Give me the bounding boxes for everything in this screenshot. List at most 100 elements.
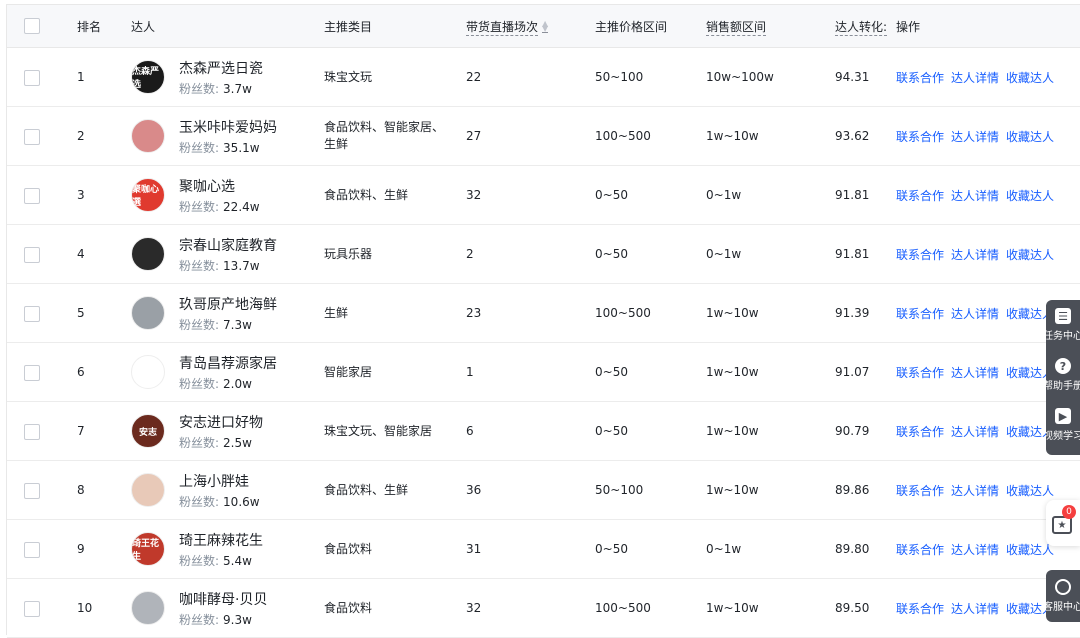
avatar-text: 安志	[138, 427, 157, 438]
detail-link[interactable]: 达人详情	[951, 248, 999, 262]
contact-link[interactable]: 联系合作	[896, 248, 944, 262]
influencer-name[interactable]: 咖啡酵母·贝贝	[179, 589, 267, 609]
customer-service-button[interactable]: 客服中心	[1046, 570, 1080, 622]
detail-link[interactable]: 达人详情	[951, 71, 999, 85]
influencer-name[interactable]: 聚咖心选	[179, 176, 235, 196]
table-row: 5 玖哥原产地海鲜 粉丝数: 7.3w 生鲜 23 100~500 1w~10w …	[7, 284, 1080, 343]
detail-link[interactable]: 达人详情	[951, 543, 999, 557]
avatar[interactable]	[131, 237, 165, 271]
fans-label: 粉丝数:	[179, 613, 220, 627]
video-learning-button[interactable]: ▶ 视频学习	[1046, 400, 1080, 450]
collect-link[interactable]: 收藏达人	[1006, 543, 1054, 557]
fans-count: 粉丝数: 3.7w	[179, 80, 252, 97]
contact-link[interactable]: 联系合作	[896, 189, 944, 203]
rank-cell: 9	[77, 542, 85, 556]
category-cell: 玩具乐器	[324, 246, 373, 261]
detail-link[interactable]: 达人详情	[951, 189, 999, 203]
fans-label: 粉丝数:	[179, 377, 220, 391]
table-body: 1 杰森严选 杰森严选日瓷 粉丝数: 3.7w 珠宝文玩 22 50~100 10…	[7, 48, 1080, 638]
fans-label: 粉丝数:	[179, 82, 220, 96]
task-center-button[interactable]: ☰ 任务中心	[1046, 300, 1080, 350]
row-checkbox[interactable]	[24, 70, 40, 86]
row-checkbox[interactable]	[24, 247, 40, 263]
sessions-cell: 36	[466, 483, 482, 497]
fans-count: 粉丝数: 22.4w	[179, 198, 260, 215]
conversion-cell: 93.62	[835, 129, 870, 143]
influencer-name[interactable]: 青岛昌荐源家居	[179, 353, 277, 373]
row-checkbox[interactable]	[24, 365, 40, 381]
influencer-name[interactable]: 宗春山家庭教育	[179, 235, 277, 255]
influencer-name[interactable]: 玖哥原产地海鲜	[179, 294, 277, 314]
conversion-cell: 90.79	[835, 424, 870, 438]
collect-link[interactable]: 收藏达人	[1006, 130, 1054, 144]
fans-value: 7.3w	[223, 318, 252, 332]
detail-link[interactable]: 达人详情	[951, 307, 999, 321]
sessions-cell: 32	[466, 188, 482, 202]
row-checkbox[interactable]	[24, 188, 40, 204]
rank-cell: 8	[77, 483, 85, 497]
sales-range-cell: 1w~10w	[706, 601, 759, 615]
help-manual-label: 帮助手册	[1046, 381, 1080, 392]
conversion-cell: 89.80	[835, 542, 870, 556]
category-cell: 生鲜	[324, 305, 349, 320]
avatar[interactable]	[131, 473, 165, 507]
influencer-name[interactable]: 杰森严选日瓷	[179, 58, 263, 78]
row-checkbox[interactable]	[24, 601, 40, 617]
avatar[interactable]	[131, 296, 165, 330]
fans-count: 粉丝数: 2.0w	[179, 375, 252, 392]
avatar-text: 琦王花生	[132, 539, 160, 562]
contact-link[interactable]: 联系合作	[896, 425, 944, 439]
detail-link[interactable]: 达人详情	[951, 425, 999, 439]
contact-link[interactable]: 联系合作	[896, 307, 944, 321]
row-checkbox[interactable]	[24, 424, 40, 440]
avatar[interactable]: 杰森严选	[131, 60, 165, 94]
influencer-name[interactable]: 玉米咔咔爱妈妈	[179, 117, 277, 137]
row-actions: 联系合作 达人详情 收藏达人	[896, 364, 1061, 381]
favorites-button[interactable]: ★ 0	[1046, 500, 1080, 546]
fans-value: 3.7w	[223, 82, 252, 96]
influencer-name[interactable]: 琦王麻辣花生	[179, 530, 263, 550]
rank-cell: 5	[77, 306, 85, 320]
detail-link[interactable]: 达人详情	[951, 602, 999, 616]
contact-link[interactable]: 联系合作	[896, 71, 944, 85]
sort-icon[interactable]: ▲ ▼	[542, 20, 549, 33]
row-checkbox[interactable]	[24, 483, 40, 499]
influencer-name[interactable]: 安志进口好物	[179, 412, 263, 432]
header-conversion: 达人转化:	[835, 19, 888, 36]
collect-link[interactable]: 收藏达人	[1006, 248, 1054, 262]
header-influencer: 达人	[131, 19, 156, 34]
header-sessions[interactable]: 带货直播场次 ▲ ▼	[466, 18, 549, 36]
influencer-name[interactable]: 上海小胖娃	[179, 471, 249, 491]
conversion-cell: 91.81	[835, 247, 870, 261]
table-row: 1 杰森严选 杰森严选日瓷 粉丝数: 3.7w 珠宝文玩 22 50~100 10…	[7, 48, 1080, 107]
detail-link[interactable]: 达人详情	[951, 366, 999, 380]
contact-link[interactable]: 联系合作	[896, 543, 944, 557]
collect-link[interactable]: 收藏达人	[1006, 484, 1054, 498]
avatar[interactable]: 安志	[131, 414, 165, 448]
customer-service-label: 客服中心	[1046, 602, 1080, 613]
detail-link[interactable]: 达人详情	[951, 484, 999, 498]
avatar[interactable]	[131, 355, 165, 389]
row-actions: 联系合作 达人详情 收藏达人	[896, 600, 1061, 617]
help-manual-button[interactable]: ? 帮助手册	[1046, 350, 1080, 400]
contact-link[interactable]: 联系合作	[896, 366, 944, 380]
row-checkbox[interactable]	[24, 306, 40, 322]
header-sales-range: 销售额区间	[706, 19, 767, 36]
detail-link[interactable]: 达人详情	[951, 130, 999, 144]
collect-link[interactable]: 收藏达人	[1006, 189, 1054, 203]
row-actions: 联系合作 达人详情 收藏达人	[896, 305, 1061, 322]
task-center-label: 任务中心	[1046, 331, 1080, 342]
row-checkbox[interactable]	[24, 129, 40, 145]
select-all-checkbox[interactable]	[24, 18, 40, 34]
headset-icon	[1055, 579, 1071, 595]
collect-link[interactable]: 收藏达人	[1006, 71, 1054, 85]
row-checkbox[interactable]	[24, 542, 40, 558]
avatar[interactable]: 琦王花生	[131, 532, 165, 566]
contact-link[interactable]: 联系合作	[896, 602, 944, 616]
contact-link[interactable]: 联系合作	[896, 484, 944, 498]
sales-range-cell: 1w~10w	[706, 365, 759, 379]
avatar[interactable]	[131, 119, 165, 153]
contact-link[interactable]: 联系合作	[896, 130, 944, 144]
avatar[interactable]	[131, 591, 165, 625]
avatar[interactable]: 聚咖心選	[131, 178, 165, 212]
